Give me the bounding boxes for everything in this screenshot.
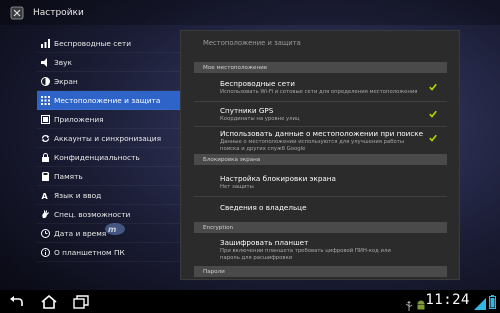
sidebar-item-label: Беспроводные сети [54,38,131,48]
sidebar-item-privacy[interactable]: Конфиденциальность [37,148,180,167]
category-encryption: Encryption [194,222,447,233]
pref-title: Использовать данные о местоположении при… [220,129,424,138]
pref-summary: Нет защиты [220,184,254,190]
pref-encrypt-tablet[interactable]: Зашифровать планшет При включении планше… [194,238,447,262]
recent-apps-button[interactable] [72,293,90,311]
panel-title: Местоположение и защита [203,39,301,47]
clock-time[interactable]: 11:24 [425,292,470,308]
wireless-networks-checkbox[interactable] [429,83,437,91]
sidebar-item-label: Язык и ввод [54,190,102,200]
gps-satellites-checkbox[interactable] [429,110,437,118]
pref-owner-info[interactable]: Сведения о владельце [194,203,447,212]
sidebar-item-label: О планшетном ПК [54,247,125,257]
sidebar-item-language-input[interactable]: A Язык и ввод [37,186,180,205]
pref-summary: Координаты на уровне улиц [220,116,300,122]
sidebar-item-label: Приложения [54,114,104,124]
page-title: Настройки [33,7,84,18]
sidebar-item-label: Дата и время [54,228,107,238]
pref-summary: Данные о местоположении используются для… [220,139,405,152]
svg-text:A: A [41,192,48,200]
sidebar-item-applications[interactable]: Приложения [37,110,180,129]
pref-screen-lock-setup[interactable]: Настройка блокировки экрана Нет защиты [194,174,447,191]
pref-title: Спутники GPS [220,106,274,115]
sidebar-item-storage[interactable]: Память [37,167,180,186]
wireless-icon [40,38,50,48]
sidebar-item-wireless[interactable]: Беспроводные сети [37,34,180,53]
svg-text:m: m [108,225,116,234]
sidebar-item-accounts-sync[interactable]: Аккаунты и синхронизация [37,129,180,148]
sidebar-item-label: Память [54,171,83,181]
sidebar-item-about-tablet[interactable]: О планшетном ПК [37,243,180,262]
pref-title: Сведения о владельце [220,203,307,212]
home-button[interactable] [40,293,58,311]
pref-title: Настройка блокировки экрана [220,174,336,183]
sidebar-item-sound[interactable]: Звук [37,53,180,72]
pref-summary: Использовать Wi-Fi и сотовые сети для оп… [220,89,418,95]
category-passwords: Пароли [194,266,447,277]
pref-title: Зашифровать планшет [220,238,309,247]
sidebar-item-label: Спец. возможности [54,209,131,219]
system-bar: 11:24 [0,290,500,313]
sidebar-item-display[interactable]: Экран [37,72,180,91]
usb-icon[interactable] [404,296,414,313]
sidebar-item-label: Звук [54,57,72,67]
category-screen-lock: Блокировка экрана [194,154,447,165]
divider [194,196,447,197]
sidebar-item-location-security[interactable]: Местоположение и защита [37,91,180,110]
location-grid-icon [40,95,50,105]
language-icon: A [40,190,50,200]
sidebar-item-label: Местоположение и защита [54,95,161,105]
divider [194,101,447,102]
title-bar: Настройки [0,0,500,25]
back-button[interactable] [8,293,26,311]
storage-icon [40,171,50,181]
sidebar-item-label: Конфиденциальность [54,152,140,162]
watermark-logo: m [104,222,126,238]
pref-use-location-for-search[interactable]: Использовать данные о местоположении при… [194,129,447,153]
volume-icon [40,57,50,67]
apps-icon [40,114,50,124]
sidebar-item-label: Экран [54,76,78,86]
battery-icon[interactable] [489,294,496,313]
brightness-icon [40,76,50,86]
accessibility-icon [40,209,50,219]
location-security-panel: Местоположение и защита Мое местоположен… [180,30,460,280]
pref-wireless-networks[interactable]: Беспроводные сети Использовать Wi-Fi и с… [194,79,447,96]
info-icon [40,247,50,257]
pref-title: Беспроводные сети [220,79,295,88]
sidebar-item-label: Аккаунты и синхронизация [54,133,162,143]
clock-icon [40,228,50,238]
settings-app-icon[interactable] [8,4,26,22]
use-location-for-search-checkbox[interactable] [429,134,437,142]
wifi-signal-icon[interactable] [474,295,486,313]
privacy-icon [40,152,50,162]
divider [194,126,447,127]
pref-gps-satellites[interactable]: Спутники GPS Координаты на уровне улиц [194,106,447,123]
category-my-location: Мое местоположение [194,62,447,73]
pref-summary: При включении планшета требовать цифрово… [220,248,391,261]
sync-icon [40,133,50,143]
